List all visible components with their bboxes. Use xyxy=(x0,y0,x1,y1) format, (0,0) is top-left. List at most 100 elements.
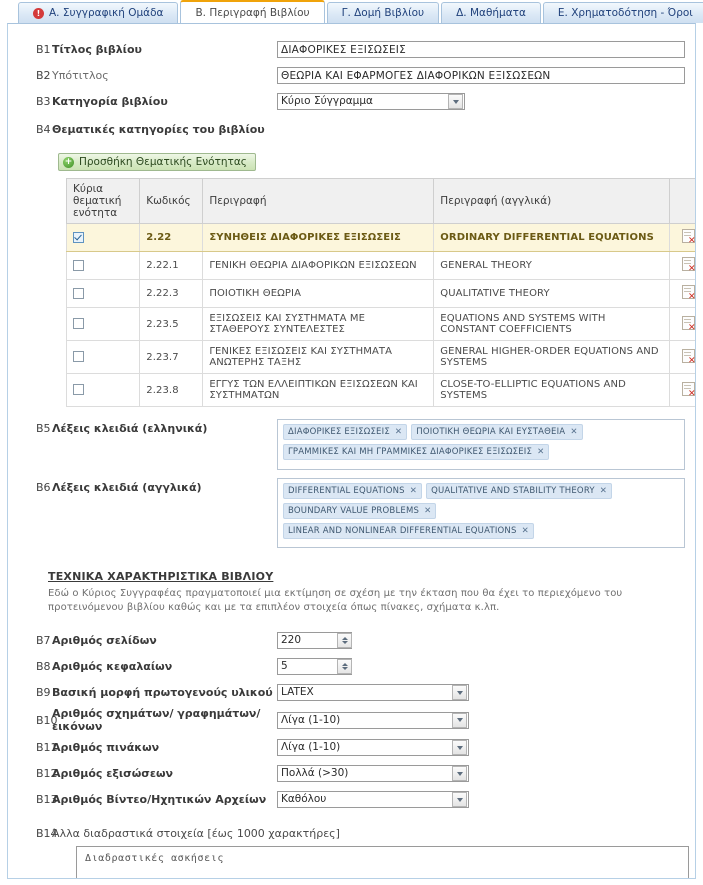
error-icon: ! xyxy=(33,7,44,19)
main-unit-checkbox[interactable] xyxy=(73,351,84,363)
keyword-token-english[interactable]: DIFFERENTIAL EQUATIONS ✕ xyxy=(283,483,423,499)
delete-document-icon[interactable] xyxy=(681,348,695,366)
chevron-down-icon[interactable] xyxy=(452,685,467,700)
keyword-label: DIFFERENTIAL EQUATIONS xyxy=(288,486,405,496)
main-unit-checkbox[interactable] xyxy=(73,259,84,271)
remove-keyword-icon[interactable]: ✕ xyxy=(522,526,529,536)
tables-count-select[interactable]: Λίγα (1-10) xyxy=(277,739,469,756)
keyword-token-greek[interactable]: ΔΙΑΦΟΡΙΚΕΣ ΕΞΙΣΩΣΕΙΣ ✕ xyxy=(283,424,408,440)
pages-count-stepper[interactable]: 220 xyxy=(277,632,352,649)
field-label-b4: Θεματικές κατηγορίες του βιβλίου xyxy=(52,123,265,136)
form-panel: B1 Τίτλος βιβλίου ΔΙΑΦΟΡΙΚΕΣ ΕΞΙΣΩΣΕΙΣ B… xyxy=(7,23,696,879)
table-row[interactable]: 2.22 ΣΥΝΗΘΕΙΣ ΔΙΑΦΟΡΙΚΕΣ ΕΞΙΣΩΣΕΙΣ ORDINAR… xyxy=(65,223,695,252)
stepper-arrows-icon[interactable] xyxy=(337,633,352,648)
main-unit-checkbox[interactable] xyxy=(73,287,84,299)
source-format-select[interactable]: LATEX xyxy=(277,684,469,701)
delete-document-icon[interactable] xyxy=(681,381,695,399)
column-header-actions xyxy=(669,178,695,224)
remove-keyword-icon[interactable]: ✕ xyxy=(410,486,417,496)
remove-keyword-icon[interactable]: ✕ xyxy=(395,427,402,437)
tab-d-courses[interactable]: Δ. Μαθήματα xyxy=(441,2,541,23)
tab-b-book-description[interactable]: Β. Περιγραφή Βιβλίου xyxy=(180,0,325,23)
row-description-en-cell: GENERAL THEORY xyxy=(433,251,671,280)
tab-label: Δ. Μαθήματα xyxy=(456,7,526,19)
other-interactive-elements-textarea[interactable]: Διαδραστικές ασκήσεις xyxy=(76,846,689,878)
main-unit-checkbox[interactable] xyxy=(73,384,84,396)
chevron-down-icon[interactable] xyxy=(452,740,467,755)
figures-count-select[interactable]: Λίγα (1-10) xyxy=(277,711,469,729)
chevron-down-icon[interactable] xyxy=(452,792,467,807)
chevron-down-icon[interactable] xyxy=(452,712,467,728)
field-row-b10: B10 Αριθμός σχημάτων/ γραφημάτων/ εικόνω… xyxy=(18,707,685,733)
remove-keyword-icon[interactable]: ✕ xyxy=(424,506,431,516)
field-label-b3: Κατηγορία βιβλίου xyxy=(52,95,168,108)
main-unit-checkbox[interactable] xyxy=(73,231,84,243)
tab-c-book-structure[interactable]: Γ. Δομή Βιβλίου xyxy=(326,2,440,23)
row-description-en-cell: ORDINARY DIFFERENTIAL EQUATIONS xyxy=(433,223,671,252)
field-code-b6: B6 xyxy=(36,481,51,494)
tab-e-funding-terms[interactable]: Ε. Χρηματοδότηση - Όροι xyxy=(542,2,703,23)
figures-count-value: Λίγα (1-10) xyxy=(281,713,341,726)
table-row[interactable]: 2.22.1 ΓΕΝΙΚΗ ΘΕΩΡΙΑ ΔΙΑΦΟΡΙΚΩΝ ΕΞΙΣΩΣΕΩΝ… xyxy=(65,251,695,280)
row-description-cell: ΣΥΝΗΘΕΙΣ ΔΙΑΦΟΡΙΚΕΣ ΕΞΙΣΩΣΕΙΣ xyxy=(202,223,435,252)
pages-count-value: 220 xyxy=(281,634,302,646)
add-thematic-unit-button[interactable]: + Προσθήκη Θεματικής Ενότητας xyxy=(58,153,256,171)
remove-keyword-icon[interactable]: ✕ xyxy=(570,427,577,437)
table-row[interactable]: 2.22.3 ΠΟΙΟΤΙΚΗ ΘΕΩΡΙΑ QUALITATIVE THEORY xyxy=(65,279,695,308)
row-main-unit-cell xyxy=(65,279,141,308)
remove-keyword-icon[interactable]: ✕ xyxy=(600,486,607,496)
tab-a-authoring-team[interactable]: ! Α. Συγγραφική Ομάδα xyxy=(18,2,179,23)
media-files-count-value: Καθόλου xyxy=(281,793,327,805)
table-body: 2.22 ΣΥΝΗΘΕΙΣ ΔΙΑΦΟΡΙΚΕΣ ΕΞΙΣΩΣΕΙΣ ORDINAR… xyxy=(65,223,695,407)
field-row-b14: B14 Άλλα διαδραστικά στοιχεία [έως 1000 … xyxy=(18,827,685,840)
book-title-input[interactable]: ΔΙΑΦΟΡΙΚΕΣ ΕΞΙΣΩΣΕΙΣ xyxy=(277,41,685,58)
delete-document-icon[interactable] xyxy=(681,285,695,302)
field-label-b6: Λέξεις κλειδιά (αγγλικά) xyxy=(52,481,202,494)
book-subtitle-input[interactable]: ΘΕΩΡΙΑ ΚΑΙ ΕΦΑΡΜΟΓΕΣ ΔΙΑΦΟΡΙΚΩΝ ΕΞΙΣΩΣΕΩ… xyxy=(277,67,685,84)
delete-document-icon[interactable] xyxy=(681,229,695,246)
stepper-arrows-icon[interactable] xyxy=(337,659,352,674)
chapters-count-stepper[interactable]: 5 xyxy=(277,658,352,675)
column-header-description: Περιγραφή xyxy=(202,178,435,224)
keyword-token-english[interactable]: BOUNDARY VALUE PROBLEMS ✕ xyxy=(283,503,437,519)
chevron-down-icon[interactable] xyxy=(452,766,467,781)
delete-document-icon[interactable] xyxy=(681,257,695,274)
table-row[interactable]: 2.23.7 ΓΕΝΙΚΕΣ ΕΞΙΣΩΣΕΙΣ ΚΑΙ ΣΥΣΤΗΜΑΤΑ ΑΝ… xyxy=(65,340,695,374)
row-description-en-cell: EQUATIONS AND SYSTEMS WITH CONSTANT COEF… xyxy=(433,307,671,341)
equations-count-value: Πολλά (>30) xyxy=(281,767,349,779)
chevron-down-icon[interactable] xyxy=(448,94,463,109)
keyword-label: QUALITATIVE AND STABILITY THEORY xyxy=(431,486,595,496)
remove-keyword-icon[interactable]: ✕ xyxy=(537,447,544,457)
field-code-b5: B5 xyxy=(36,422,51,435)
keyword-token-english[interactable]: QUALITATIVE AND STABILITY THEORY ✕ xyxy=(426,483,613,499)
delete-document-icon[interactable] xyxy=(681,315,695,333)
column-header-code: Κωδικός xyxy=(139,178,204,224)
keyword-token-greek[interactable]: ΠΟΙΟΤΙΚΗ ΘΕΩΡΙΑ ΚΑΙ ΕΥΣΤΑΘΕΙΑ ✕ xyxy=(411,424,583,440)
row-actions-cell xyxy=(669,251,695,280)
tab-label: Β. Περιγραφή Βιβλίου xyxy=(195,6,310,19)
media-files-count-select[interactable]: Καθόλου xyxy=(277,791,469,808)
row-code-cell: 2.23.8 xyxy=(139,373,204,407)
row-actions-cell xyxy=(669,279,695,308)
equations-count-select[interactable]: Πολλά (>30) xyxy=(277,765,469,782)
row-description-cell: ΠΟΙΟΤΙΚΗ ΘΕΩΡΙΑ xyxy=(202,279,435,308)
row-main-unit-cell xyxy=(65,340,141,374)
field-label-b7: Αριθμός σελίδων xyxy=(52,634,157,647)
field-code-b7: B7 xyxy=(36,634,51,647)
book-category-select[interactable]: Κύριο Σύγγραμμα xyxy=(277,93,465,110)
keyword-token-english[interactable]: LINEAR AND NONLINEAR DIFFERENTIAL EQUATI… xyxy=(283,523,534,539)
row-actions-cell xyxy=(669,223,695,252)
tables-count-value: Λίγα (1-10) xyxy=(281,741,341,753)
row-main-unit-cell xyxy=(65,373,141,407)
keywords-greek-box[interactable]: ΔΙΑΦΟΡΙΚΕΣ ΕΞΙΣΩΣΕΙΣ ✕ ΠΟΙΟΤΙΚΗ ΘΕΩΡΙΑ ΚΑΙ… xyxy=(277,419,685,470)
keyword-token-greek[interactable]: ΓΡΑΜΜΙΚΕΣ ΚΑΙ ΜΗ ΓΡΑΜΜΙΚΕΣ ΔΙΑΦΟΡΙΚΕΣ ΕΞ… xyxy=(283,444,550,460)
main-unit-checkbox[interactable] xyxy=(73,318,84,330)
row-description-cell: ΓΕΝΙΚΗ ΘΕΩΡΙΑ ΔΙΑΦΟΡΙΚΩΝ ΕΞΙΣΩΣΕΩΝ xyxy=(202,251,435,280)
field-label-b1: Τίτλος βιβλίου xyxy=(52,43,142,56)
plus-circle-icon: + xyxy=(63,156,74,168)
keywords-english-box[interactable]: DIFFERENTIAL EQUATIONS ✕ QUALITATIVE AND S… xyxy=(277,478,685,548)
field-label-b2: Υπότιτλος xyxy=(52,69,109,82)
table-row[interactable]: 2.23.8 ΕΓΓΥΣ ΤΩΝ ΕΛΛΕΙΠΤΙΚΩΝ ΕΞΙΣΩΣΕΩΝ ΚΑ… xyxy=(65,373,695,407)
table-row[interactable]: 2.23.5 ΕΞΙΣΩΣΕΙΣ ΚΑΙ ΣΥΣΤΗΜΑΤΑ ΜΕ ΣΤΑΘΕΡΟ… xyxy=(65,307,695,341)
field-label-b13: Αριθμός Βίντεο/Ηχητικών Αρχείων xyxy=(52,793,267,806)
